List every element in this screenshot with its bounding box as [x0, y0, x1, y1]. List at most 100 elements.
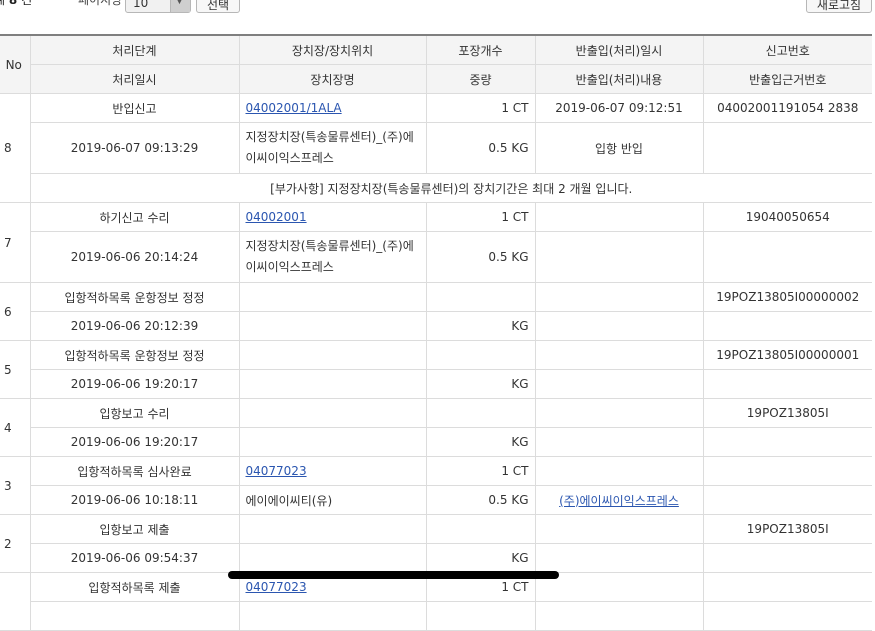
total-count: 8: [8, 0, 18, 7]
location-cell: 04002001: [238, 202, 427, 232]
proc-datetime-cell: 2019-06-06 10:18:11: [30, 485, 240, 515]
io-datetime-cell: [534, 202, 704, 232]
table-row: 4 입항보고 수리 19POZ13805I: [0, 398, 872, 457]
header-count: 포장개수: [425, 34, 536, 65]
proc-datetime-cell: 2019-06-06 20:12:39: [30, 311, 240, 341]
table-row: 3 입항적하목록 심사완료 04077023 1 CT: [0, 456, 872, 515]
warehouse-cell: [238, 311, 427, 341]
basis-no-cell: [702, 485, 872, 515]
count-cell: [425, 514, 536, 544]
io-content-link[interactable]: (주)에이씨이익스프레스: [559, 494, 679, 508]
weight-cell: KG: [425, 369, 536, 399]
row-no: 4: [0, 398, 31, 457]
stage-cell: 반입신고: [29, 93, 240, 123]
io-datetime-cell: [534, 572, 704, 602]
cargo-progress-table: No 처리단계 장치장/장치위치 포장개수 반출입(처리)일시 신고번호 처리일…: [0, 34, 872, 631]
home-indicator[interactable]: [228, 571, 559, 579]
count-cell: [425, 282, 536, 312]
weight-cell: [425, 601, 536, 631]
table-row: 2019-06-06 10:18:11 에이에이씨티(유) 0.5 KG (주)…: [0, 485, 872, 515]
decl-no-cell: [702, 572, 872, 602]
stage-cell: 입항보고 수리: [29, 398, 240, 428]
chevron-down-icon[interactable]: ▼: [170, 0, 190, 12]
basis-no-cell: [702, 427, 872, 457]
header-no: No: [0, 34, 31, 94]
proc-datetime-cell: 2019-06-06 19:20:17: [30, 427, 240, 457]
row-no: 3: [0, 456, 31, 515]
table-row: [0, 601, 872, 631]
table-row: 2019-06-06 20:12:39 KG: [0, 311, 872, 341]
io-datetime-cell: [534, 398, 704, 428]
weight-cell: 0.5 KG: [425, 122, 536, 174]
table-row: 8 반입신고 04002001/1ALA 1 CT 2019-06-07 09:…: [0, 93, 872, 203]
per-page-select[interactable]: 10 ▼: [125, 0, 191, 13]
basis-no-cell: [702, 122, 872, 174]
count-cell: [425, 398, 536, 428]
header-weight: 중량: [425, 64, 536, 94]
io-content-cell: [534, 543, 704, 573]
warehouse-cell: 에이에이씨티(유): [238, 485, 427, 515]
weight-cell: 0.5 KG: [425, 231, 536, 283]
proc-datetime-cell: 2019-06-06 09:54:37: [30, 543, 240, 573]
io-content-cell: [534, 427, 704, 457]
warehouse-cell: [238, 427, 427, 457]
weight-cell: KG: [425, 311, 536, 341]
location-link[interactable]: 04002001/1ALA: [246, 101, 342, 115]
stage-cell: 입항적하목록 운항정보 정정: [29, 282, 240, 312]
note-cell: [부가사항] 지정장치장(특송물류센터)의 장치기간은 최대 2 개월 입니다.: [30, 173, 872, 203]
weight-cell: KG: [425, 543, 536, 573]
location-cell: 04077023: [238, 456, 427, 486]
decl-no-cell: 19POZ13805I: [702, 514, 872, 544]
decl-no-cell: 19040050654: [702, 202, 872, 232]
row-no: [0, 572, 31, 631]
total-count-text: 계 8 건: [0, 0, 32, 8]
io-content-cell: [534, 231, 704, 283]
refresh-button[interactable]: 새로고침: [806, 0, 872, 13]
basis-no-cell: [702, 311, 872, 341]
decl-no-cell: [702, 456, 872, 486]
proc-datetime-cell: 2019-06-06 19:20:17: [30, 369, 240, 399]
header-stage: 처리단계: [29, 34, 240, 65]
stage-cell: 입항적하목록 운항정보 정정: [29, 340, 240, 370]
basis-no-cell: [702, 231, 872, 283]
count-cell: 1 CT: [425, 456, 536, 486]
table-row: 2019-06-07 09:13:29 지정장치장(특송물류센터)_(주)에이씨…: [0, 122, 872, 174]
select-button[interactable]: 선택: [196, 0, 240, 13]
weight-cell: KG: [425, 427, 536, 457]
proc-datetime-cell: 2019-06-07 09:13:29: [30, 122, 240, 174]
basis-no-cell: [702, 369, 872, 399]
location-cell: 04002001/1ALA: [238, 93, 427, 123]
io-content-cell: (주)에이씨이익스프레스: [534, 485, 704, 515]
row-no: 5: [0, 340, 31, 399]
warehouse-cell: 지정장치장(특송물류센터)_(주)에이씨이익스프레스: [238, 231, 427, 283]
location-link[interactable]: 04077023: [246, 464, 307, 478]
row-no: 6: [0, 282, 31, 341]
count-cell: 1 CT: [425, 93, 536, 123]
decl-no-cell: 19POZ13805I00000001: [702, 340, 872, 370]
location-link[interactable]: 04002001: [246, 210, 307, 224]
io-datetime-cell: 2019-06-07 09:12:51: [534, 93, 704, 123]
per-page-value: 10: [133, 0, 149, 10]
location-cell: [238, 340, 427, 370]
io-datetime-cell: [534, 456, 704, 486]
header-decl-no: 신고번호: [702, 34, 872, 65]
table-row: [부가사항] 지정장치장(특송물류센터)의 장치기간은 최대 2 개월 입니다.: [0, 173, 872, 203]
row-no: 2: [0, 514, 31, 573]
header-proc-datetime: 처리일시: [30, 64, 240, 94]
per-page-label: 페이지당: [78, 0, 123, 7]
io-datetime-cell: [534, 340, 704, 370]
io-datetime-cell: [534, 282, 704, 312]
location-cell: [238, 282, 427, 312]
warehouse-cell: [238, 543, 427, 573]
basis-no-cell: [702, 543, 872, 573]
count-cell: 1 CT: [425, 202, 536, 232]
decl-no-cell: 04002001191054 2838: [702, 93, 872, 123]
proc-datetime-cell: 2019-06-06 20:14:24: [30, 231, 240, 283]
stage-cell: 입항적하목록 심사완료: [29, 456, 240, 486]
row-no: 8: [0, 93, 31, 203]
stage-cell: 하기신고 수리: [29, 202, 240, 232]
decl-no-cell: 19POZ13805I00000002: [702, 282, 872, 312]
io-content-cell: [534, 311, 704, 341]
io-content-cell: 입항 반입: [534, 122, 704, 174]
io-content-cell: [534, 369, 704, 399]
